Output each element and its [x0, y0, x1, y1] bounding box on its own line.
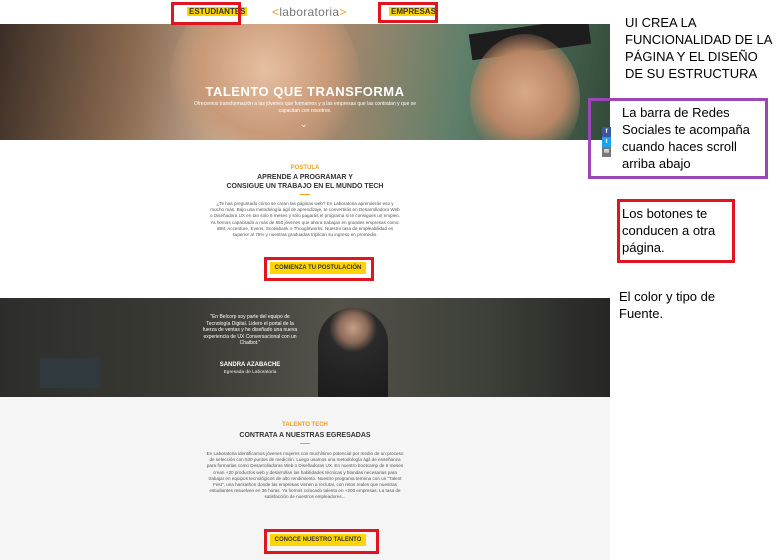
testimonial-name: SANDRA AZABACHE	[219, 362, 281, 368]
title-divider	[300, 194, 310, 195]
hero-title: TALENTO QUE TRANSFORMA	[205, 84, 405, 99]
section-label-postula: POSTULA	[290, 165, 320, 171]
section-label-talento: TALENTO TECH	[282, 422, 328, 428]
hero-photo-woman	[170, 24, 360, 140]
top-navigation: ESTUDIANTES <laboratoria> EMPRESAS	[0, 0, 610, 24]
hero-subtitle: Ofrecemos transformación a las jóvenes q…	[193, 101, 417, 114]
hire-body-text: En Laboratoria identificamos jóvenes muj…	[206, 451, 404, 500]
hero-banner: TALENTO QUE TRANSFORMA Ofrecemos transfo…	[0, 24, 610, 140]
annotation-box-companies	[378, 2, 438, 23]
logo-text: laboratoria	[279, 5, 340, 19]
annotation-box-students	[171, 2, 241, 25]
apply-body-text: ¿Te has preguntado cómo se crean las pág…	[210, 201, 400, 238]
testimonial-photo	[318, 308, 388, 397]
logo-bracket-right: >	[339, 5, 347, 19]
annotation-box-talent-button	[264, 529, 379, 554]
annotation-box-apply-button	[264, 257, 374, 281]
annotation-note-buttons: Los botones te conducen a otra página.	[622, 206, 716, 255]
testimonial-banner: "En Belcorp soy parte del equipo de Tecn…	[0, 298, 610, 397]
apply-title-line2: CONSIGUE UN TRABAJO EN EL MUNDO TECH	[226, 183, 384, 190]
apply-title-line1: APRENDE A PROGRAMAR Y	[257, 174, 353, 181]
laboratoria-logo[interactable]: <laboratoria>	[272, 5, 347, 19]
annotation-note-social: La barra de Redes Sociales te acompaña c…	[622, 105, 750, 171]
chevron-down-icon[interactable]: ⌄	[300, 119, 308, 130]
hire-title: CONTRATA A NUESTRAS EGRESADAS	[239, 432, 371, 439]
annotation-note-font: El color y tipo de Fuente.	[619, 289, 716, 321]
annotation-note-ui: UI CREA LA FUNCIONALIDAD DE LA PÁGINA Y …	[625, 15, 772, 81]
testimonial-quote: "En Belcorp soy parte del equipo de Tecn…	[202, 314, 298, 346]
background-monitor	[40, 358, 100, 388]
title-divider	[300, 443, 310, 444]
testimonial-role: Egresada de Laboratoria	[223, 370, 277, 375]
